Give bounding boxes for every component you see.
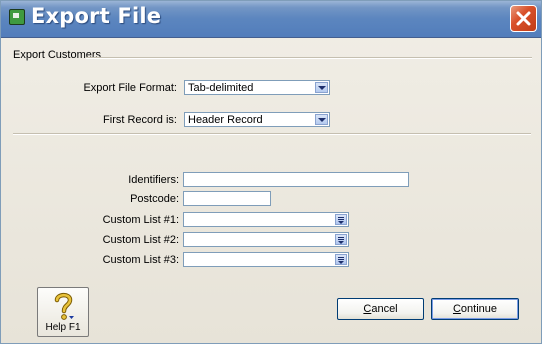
postcode-label: Postcode:: [130, 193, 179, 205]
identifiers-label: Identifiers:: [128, 174, 179, 186]
list-dropdown-icon[interactable]: [335, 234, 347, 245]
question-mark-icon: [54, 292, 74, 320]
export-format-label: Export File Format:: [83, 82, 177, 94]
help-button[interactable]: Help F1: [37, 287, 89, 337]
chevron-down-icon[interactable]: [315, 82, 328, 93]
first-record-select[interactable]: Header Record: [184, 112, 330, 127]
close-icon: [516, 11, 531, 26]
custom-list-2-label: Custom List #2:: [102, 234, 179, 246]
custom-list-1-label: Custom List #1:: [102, 214, 179, 226]
help-label: Help F1: [45, 322, 81, 333]
export-format-select[interactable]: Tab-delimited: [184, 80, 330, 95]
continue-button[interactable]: Continue: [431, 298, 519, 320]
first-record-label: First Record is:: [103, 114, 177, 126]
custom-list-3-label: Custom List #3:: [102, 254, 179, 266]
export-format-value: Tab-delimited: [188, 82, 254, 94]
list-dropdown-icon[interactable]: [335, 214, 347, 225]
cancel-button[interactable]: Cancel: [337, 298, 424, 320]
identifiers-input[interactable]: [183, 172, 409, 187]
custom-list-1-select[interactable]: [183, 212, 349, 227]
section-divider: [13, 133, 531, 135]
cancel-label: ancel: [371, 303, 398, 315]
continue-label: ontinue: [460, 303, 498, 315]
custom-list-3-select[interactable]: [183, 252, 349, 267]
title-bar[interactable]: Export File: [1, 1, 541, 38]
postcode-input[interactable]: [183, 191, 271, 206]
close-button[interactable]: [510, 5, 537, 32]
first-record-value: Header Record: [188, 114, 263, 126]
export-file-dialog: Export File Export Customers Export File…: [0, 0, 542, 344]
continue-accelerator: C: [452, 303, 461, 315]
app-icon: [9, 9, 25, 25]
group-divider: [86, 57, 532, 59]
chevron-down-icon[interactable]: [315, 114, 328, 125]
custom-list-2-select[interactable]: [183, 232, 349, 247]
list-dropdown-icon[interactable]: [335, 254, 347, 265]
group-title: Export Customers: [13, 49, 102, 61]
window-title: Export File: [31, 4, 162, 28]
